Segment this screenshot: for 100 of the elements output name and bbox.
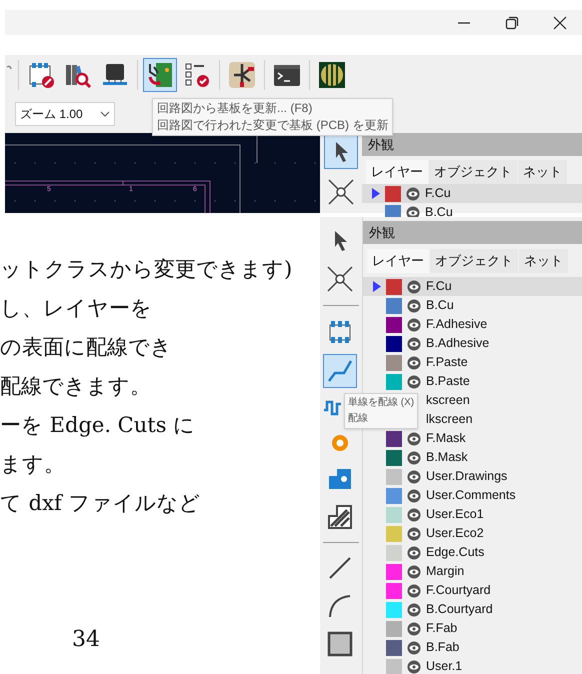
layer-row[interactable]: B.Fab bbox=[363, 638, 582, 657]
layer-color-swatch[interactable] bbox=[385, 204, 401, 217]
eye-icon[interactable] bbox=[407, 660, 421, 674]
eye-icon[interactable] bbox=[407, 488, 421, 502]
layer-color-swatch[interactable] bbox=[386, 526, 402, 542]
eye-icon[interactable] bbox=[407, 622, 421, 636]
current-layer-icon bbox=[372, 188, 380, 199]
layer-color-swatch[interactable] bbox=[386, 468, 402, 484]
eye-icon[interactable] bbox=[407, 318, 421, 332]
document-text-line: ットクラスから変更できます) bbox=[0, 256, 294, 283]
panel-tab[interactable]: レイヤー bbox=[367, 249, 429, 273]
layer-name: B.Cu bbox=[425, 204, 453, 217]
layer-name: User.Comments bbox=[426, 487, 516, 504]
eye-icon[interactable] bbox=[407, 450, 421, 464]
layer-row[interactable]: User.1 bbox=[363, 657, 582, 674]
arc-icon[interactable] bbox=[327, 593, 353, 619]
layer-name: User.Drawings bbox=[426, 468, 508, 486]
close-icon[interactable] bbox=[553, 16, 567, 30]
eye-icon[interactable] bbox=[407, 336, 421, 350]
layer-color-swatch[interactable] bbox=[386, 640, 402, 656]
layer-color-swatch[interactable] bbox=[386, 450, 402, 466]
layer-row[interactable]: F.Cu bbox=[363, 277, 582, 296]
layer-row[interactable]: User.Comments bbox=[363, 486, 582, 505]
eye-icon[interactable] bbox=[407, 546, 421, 560]
document-text-line: し、レイヤーを bbox=[0, 295, 153, 322]
layer-color-swatch[interactable] bbox=[386, 658, 402, 674]
hatched-zone-icon[interactable] bbox=[327, 504, 353, 530]
current-layer-icon bbox=[373, 281, 381, 292]
layer-color-swatch[interactable] bbox=[386, 602, 402, 618]
chevron-down-icon bbox=[100, 111, 110, 117]
layer-color-swatch[interactable] bbox=[386, 564, 402, 580]
tooltip-text: 回路図で行われた変更で基板 (PCB) を更新 bbox=[157, 117, 388, 134]
eye-icon[interactable] bbox=[407, 432, 421, 446]
tool-button[interactable] bbox=[324, 135, 358, 169]
panel-tab[interactable]: ネット bbox=[518, 160, 567, 184]
layer-color-swatch[interactable] bbox=[386, 620, 402, 636]
layer-row[interactable]: B.Courtyard bbox=[363, 600, 582, 619]
eye-icon[interactable] bbox=[407, 374, 421, 388]
layer-color-swatch[interactable] bbox=[386, 582, 402, 598]
layer-color-swatch[interactable] bbox=[386, 430, 402, 446]
layer-color-swatch[interactable] bbox=[386, 374, 402, 390]
eye-icon[interactable] bbox=[407, 526, 421, 540]
eye-icon[interactable] bbox=[406, 186, 420, 200]
layer-color-swatch[interactable] bbox=[386, 298, 402, 314]
layer-row[interactable]: User.Drawings bbox=[363, 467, 582, 486]
layer-name: F.Adhesive bbox=[426, 316, 488, 334]
layer-name: Margin bbox=[426, 563, 464, 580]
layer-row[interactable]: F.Cu bbox=[362, 184, 582, 203]
eye-icon[interactable] bbox=[407, 584, 421, 598]
layer-row[interactable]: F.Fab bbox=[363, 619, 582, 638]
layer-name: B.Paste bbox=[426, 373, 470, 390]
panel-tab[interactable]: レイヤー bbox=[366, 160, 428, 184]
layer-name: F.Cu bbox=[425, 185, 451, 202]
layer-row[interactable]: B.Adhesive bbox=[363, 334, 582, 353]
layer-row[interactable]: B.Paste bbox=[363, 372, 582, 391]
layer-color-swatch[interactable] bbox=[386, 488, 402, 504]
document-text-line: の表面に配線でき bbox=[0, 334, 173, 361]
layer-color-swatch[interactable] bbox=[386, 506, 402, 522]
layer-color-swatch[interactable] bbox=[386, 544, 402, 560]
line-icon[interactable] bbox=[327, 555, 353, 581]
eye-icon[interactable] bbox=[407, 602, 421, 616]
eye-icon[interactable] bbox=[407, 564, 421, 578]
layer-color-swatch[interactable] bbox=[386, 316, 402, 332]
eye-icon[interactable] bbox=[407, 298, 421, 312]
tooltip-text: 配線 bbox=[348, 412, 369, 426]
layer-row[interactable]: F.Mask bbox=[363, 429, 582, 448]
layer-name: B.Courtyard bbox=[426, 601, 493, 618]
layer-row[interactable]: User.Eco2 bbox=[363, 524, 582, 543]
layer-name: B.Mask bbox=[426, 449, 468, 466]
layer-row[interactable]: B.Cu bbox=[363, 296, 582, 315]
layer-name: F.Fab bbox=[426, 620, 458, 638]
layer-row[interactable]: B.Mask bbox=[363, 448, 582, 467]
layer-name: B.Cu bbox=[426, 297, 454, 314]
pad-icon[interactable] bbox=[327, 466, 353, 492]
layer-row[interactable]: F.Paste bbox=[363, 353, 582, 372]
layer-row[interactable]: Margin bbox=[363, 562, 582, 581]
eye-icon[interactable] bbox=[407, 508, 421, 522]
layer-row[interactable]: User.Eco1 bbox=[363, 505, 582, 524]
layer-color-swatch[interactable] bbox=[385, 186, 401, 202]
panel-tab[interactable]: ネット bbox=[519, 249, 568, 273]
eye-icon[interactable] bbox=[407, 356, 421, 370]
layer-row[interactable]: F.Courtyard bbox=[363, 581, 582, 600]
layer-row[interactable]: Edge.Cuts bbox=[363, 543, 582, 562]
eye-icon[interactable] bbox=[407, 470, 421, 484]
rectangle-icon[interactable] bbox=[327, 631, 353, 657]
page-number: 34 bbox=[72, 627, 100, 652]
layer-name: B.Fab bbox=[426, 639, 460, 656]
restore-icon[interactable] bbox=[505, 16, 519, 30]
eye-icon[interactable] bbox=[407, 280, 421, 294]
layer-name: F.Courtyard bbox=[426, 582, 491, 600]
eye-icon[interactable] bbox=[407, 640, 421, 654]
layer-name: F.Mask bbox=[426, 430, 466, 448]
layer-color-swatch[interactable] bbox=[386, 278, 402, 294]
panel-title: 外観 bbox=[368, 136, 394, 154]
layer-row[interactable]: F.Adhesive bbox=[363, 315, 582, 334]
layer-color-swatch[interactable] bbox=[386, 354, 402, 370]
layer-color-swatch[interactable] bbox=[386, 336, 402, 352]
panel-tab[interactable]: オブジェクト bbox=[429, 160, 517, 184]
zoom-dropdown[interactable]: ズーム 1.00 bbox=[15, 102, 115, 126]
panel-tab[interactable]: オブジェクト bbox=[430, 249, 518, 273]
